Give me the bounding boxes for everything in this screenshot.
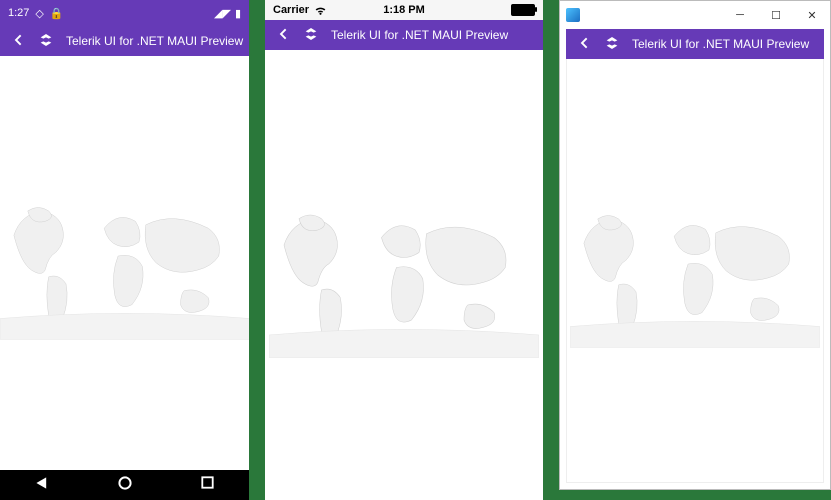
- minimize-button[interactable]: ─: [722, 1, 758, 29]
- windows-device: ─ ☐ ✕ Telerik UI for .NET MAUI Preview: [559, 0, 831, 490]
- chevron-left-icon: [275, 26, 291, 42]
- close-icon: ✕: [807, 9, 816, 22]
- status-clock: 1:27: [8, 7, 29, 19]
- square-icon: [201, 476, 214, 489]
- signal-icon: ◢◤: [214, 7, 231, 20]
- chevron-left-icon: [10, 32, 26, 48]
- world-map: [269, 120, 539, 430]
- close-button[interactable]: ✕: [794, 1, 830, 29]
- circle-icon: [118, 476, 132, 490]
- telerik-logo-icon: [303, 26, 319, 45]
- back-button[interactable]: [275, 26, 291, 45]
- back-button[interactable]: [576, 35, 592, 54]
- android-status-bar: 1:27 ◇ 🔒 ◢◤ ▮: [0, 0, 249, 26]
- app-bar: Telerik UI for .NET MAUI Preview: [566, 29, 824, 59]
- app-title: Telerik UI for .NET MAUI Preview: [66, 34, 243, 48]
- map-content[interactable]: [566, 59, 824, 483]
- minimize-icon: ─: [736, 9, 744, 21]
- telerik-logo-icon: [38, 32, 54, 51]
- gps-icon: ◇: [35, 7, 43, 20]
- world-map: [0, 123, 249, 403]
- lock-icon: 🔒: [50, 7, 64, 20]
- app-title: Telerik UI for .NET MAUI Preview: [632, 37, 814, 51]
- triangle-icon: [35, 476, 49, 490]
- android-nav-bar: [0, 470, 249, 500]
- app-bar: Telerik UI for .NET MAUI Preview: [0, 26, 249, 56]
- android-device: 1:27 ◇ 🔒 ◢◤ ▮ Telerik UI for .NET MAUI P…: [0, 0, 249, 500]
- windows-title-bar: ─ ☐ ✕: [560, 1, 830, 29]
- app-icon: [566, 8, 580, 22]
- status-clock: 1:18 PM: [383, 4, 425, 16]
- ios-status-bar: Carrier 1:18 PM: [265, 0, 543, 20]
- map-content[interactable]: [265, 50, 543, 500]
- app-title: Telerik UI for .NET MAUI Preview: [331, 28, 533, 42]
- world-map: [570, 86, 820, 456]
- telerik-logo-icon: [604, 35, 620, 54]
- nav-recents-button[interactable]: [201, 476, 214, 494]
- back-button[interactable]: [10, 32, 26, 51]
- app-bar: Telerik UI for .NET MAUI Preview: [265, 20, 543, 50]
- status-carrier: Carrier: [273, 4, 309, 16]
- nav-back-button[interactable]: [35, 476, 49, 495]
- battery-icon: ▮: [235, 7, 241, 20]
- maximize-button[interactable]: ☐: [758, 1, 794, 29]
- chevron-left-icon: [576, 35, 592, 51]
- nav-home-button[interactable]: [118, 476, 132, 495]
- battery-full-icon: [511, 4, 535, 16]
- wifi-icon: [314, 4, 327, 17]
- map-content[interactable]: [0, 56, 249, 470]
- ios-device: Carrier 1:18 PM Telerik UI for .NET MAUI…: [265, 0, 543, 500]
- maximize-icon: ☐: [771, 9, 781, 22]
